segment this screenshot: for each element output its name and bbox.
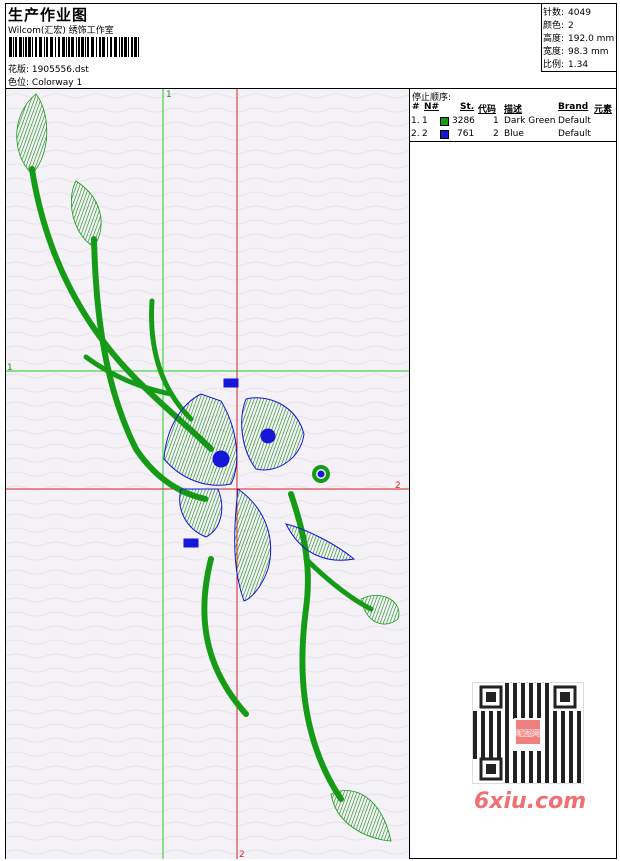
colorway-row: 色位: Colorway 1 — [8, 75, 82, 88]
color-swatch — [440, 130, 449, 139]
table-divider — [409, 141, 617, 142]
design-file-value: 1905556.dst — [31, 65, 89, 75]
col-needle: N# — [424, 102, 440, 112]
guide-label-green-v: 1 — [166, 90, 172, 100]
row-desc: Blue — [504, 129, 524, 139]
guide-label-red-v: 2 — [239, 850, 245, 859]
guide-label-green-h: 1 — [7, 363, 13, 373]
barcode — [9, 37, 139, 57]
col-desc: 描述 — [504, 105, 523, 115]
embroidery-preview: 1 1 2 2 — [6, 89, 409, 859]
qr-code-watermark: 昵图网 — [472, 682, 584, 784]
row-needle: 1 — [422, 116, 428, 126]
stat-value: 2 — [568, 21, 574, 31]
col-code: 代码 — [478, 105, 497, 115]
row-code: 1 — [493, 116, 499, 126]
stat-label: 颜色: — [543, 21, 565, 31]
design-file-label: 花版: — [8, 65, 30, 75]
colorway-label: 色位: — [8, 78, 30, 88]
stats-divider — [541, 3, 542, 71]
row-stitches: 761 — [457, 129, 475, 139]
sheet-title: 生产作业图 — [8, 6, 89, 24]
stat-value: 1.34 — [568, 60, 589, 70]
stats-bottom-line — [541, 71, 617, 72]
row-brand: Default — [558, 129, 591, 139]
col-brand: Brand — [558, 102, 589, 112]
panel-divider — [409, 88, 410, 859]
stat-value: 98.3 mm — [568, 47, 609, 57]
stat-label: 宽度: — [543, 47, 565, 57]
stat-value: 4049 — [568, 8, 591, 18]
seal-text: 昵图网 — [516, 729, 540, 738]
row-brand: Default — [558, 116, 591, 126]
watermark-site: 6xiu.com — [474, 789, 587, 814]
col-element: 元素 — [594, 105, 613, 115]
stat-stitches: 针数: 4049 — [543, 5, 591, 18]
colorway-value: Colorway 1 — [31, 78, 83, 88]
stat-width: 宽度: 98.3 mm — [543, 44, 608, 57]
stat-value: 192.0 mm — [568, 34, 615, 44]
design-file-row: 花版: 1905556.dst — [8, 62, 89, 75]
stat-label: 针数: — [543, 8, 565, 18]
design-canvas: 1 1 2 2 — [6, 89, 409, 859]
col-num: # — [412, 102, 420, 112]
guide-label-red-h: 2 — [395, 481, 401, 491]
row-needle: 2 — [422, 129, 428, 139]
col-stitches: St. — [460, 102, 475, 112]
row-stitches: 3286 — [452, 116, 475, 126]
company-name: Wilcom(汇宏) 绣饰工作室 — [8, 26, 114, 36]
stat-height: 高度: 192.0 mm — [543, 31, 614, 44]
row-num: 2. — [411, 129, 420, 139]
color-swatch — [440, 117, 449, 126]
row-num: 1. — [411, 116, 420, 126]
row-desc: Dark Green — [504, 116, 556, 126]
stat-label: 高度: — [543, 34, 565, 44]
stat-scale: 比例: 1.34 — [543, 57, 588, 70]
stat-label: 比例: — [543, 60, 565, 70]
stat-colors: 颜色: 2 — [543, 18, 574, 31]
row-code: 2 — [493, 129, 499, 139]
qr-code: 昵图网 — [473, 683, 581, 783]
